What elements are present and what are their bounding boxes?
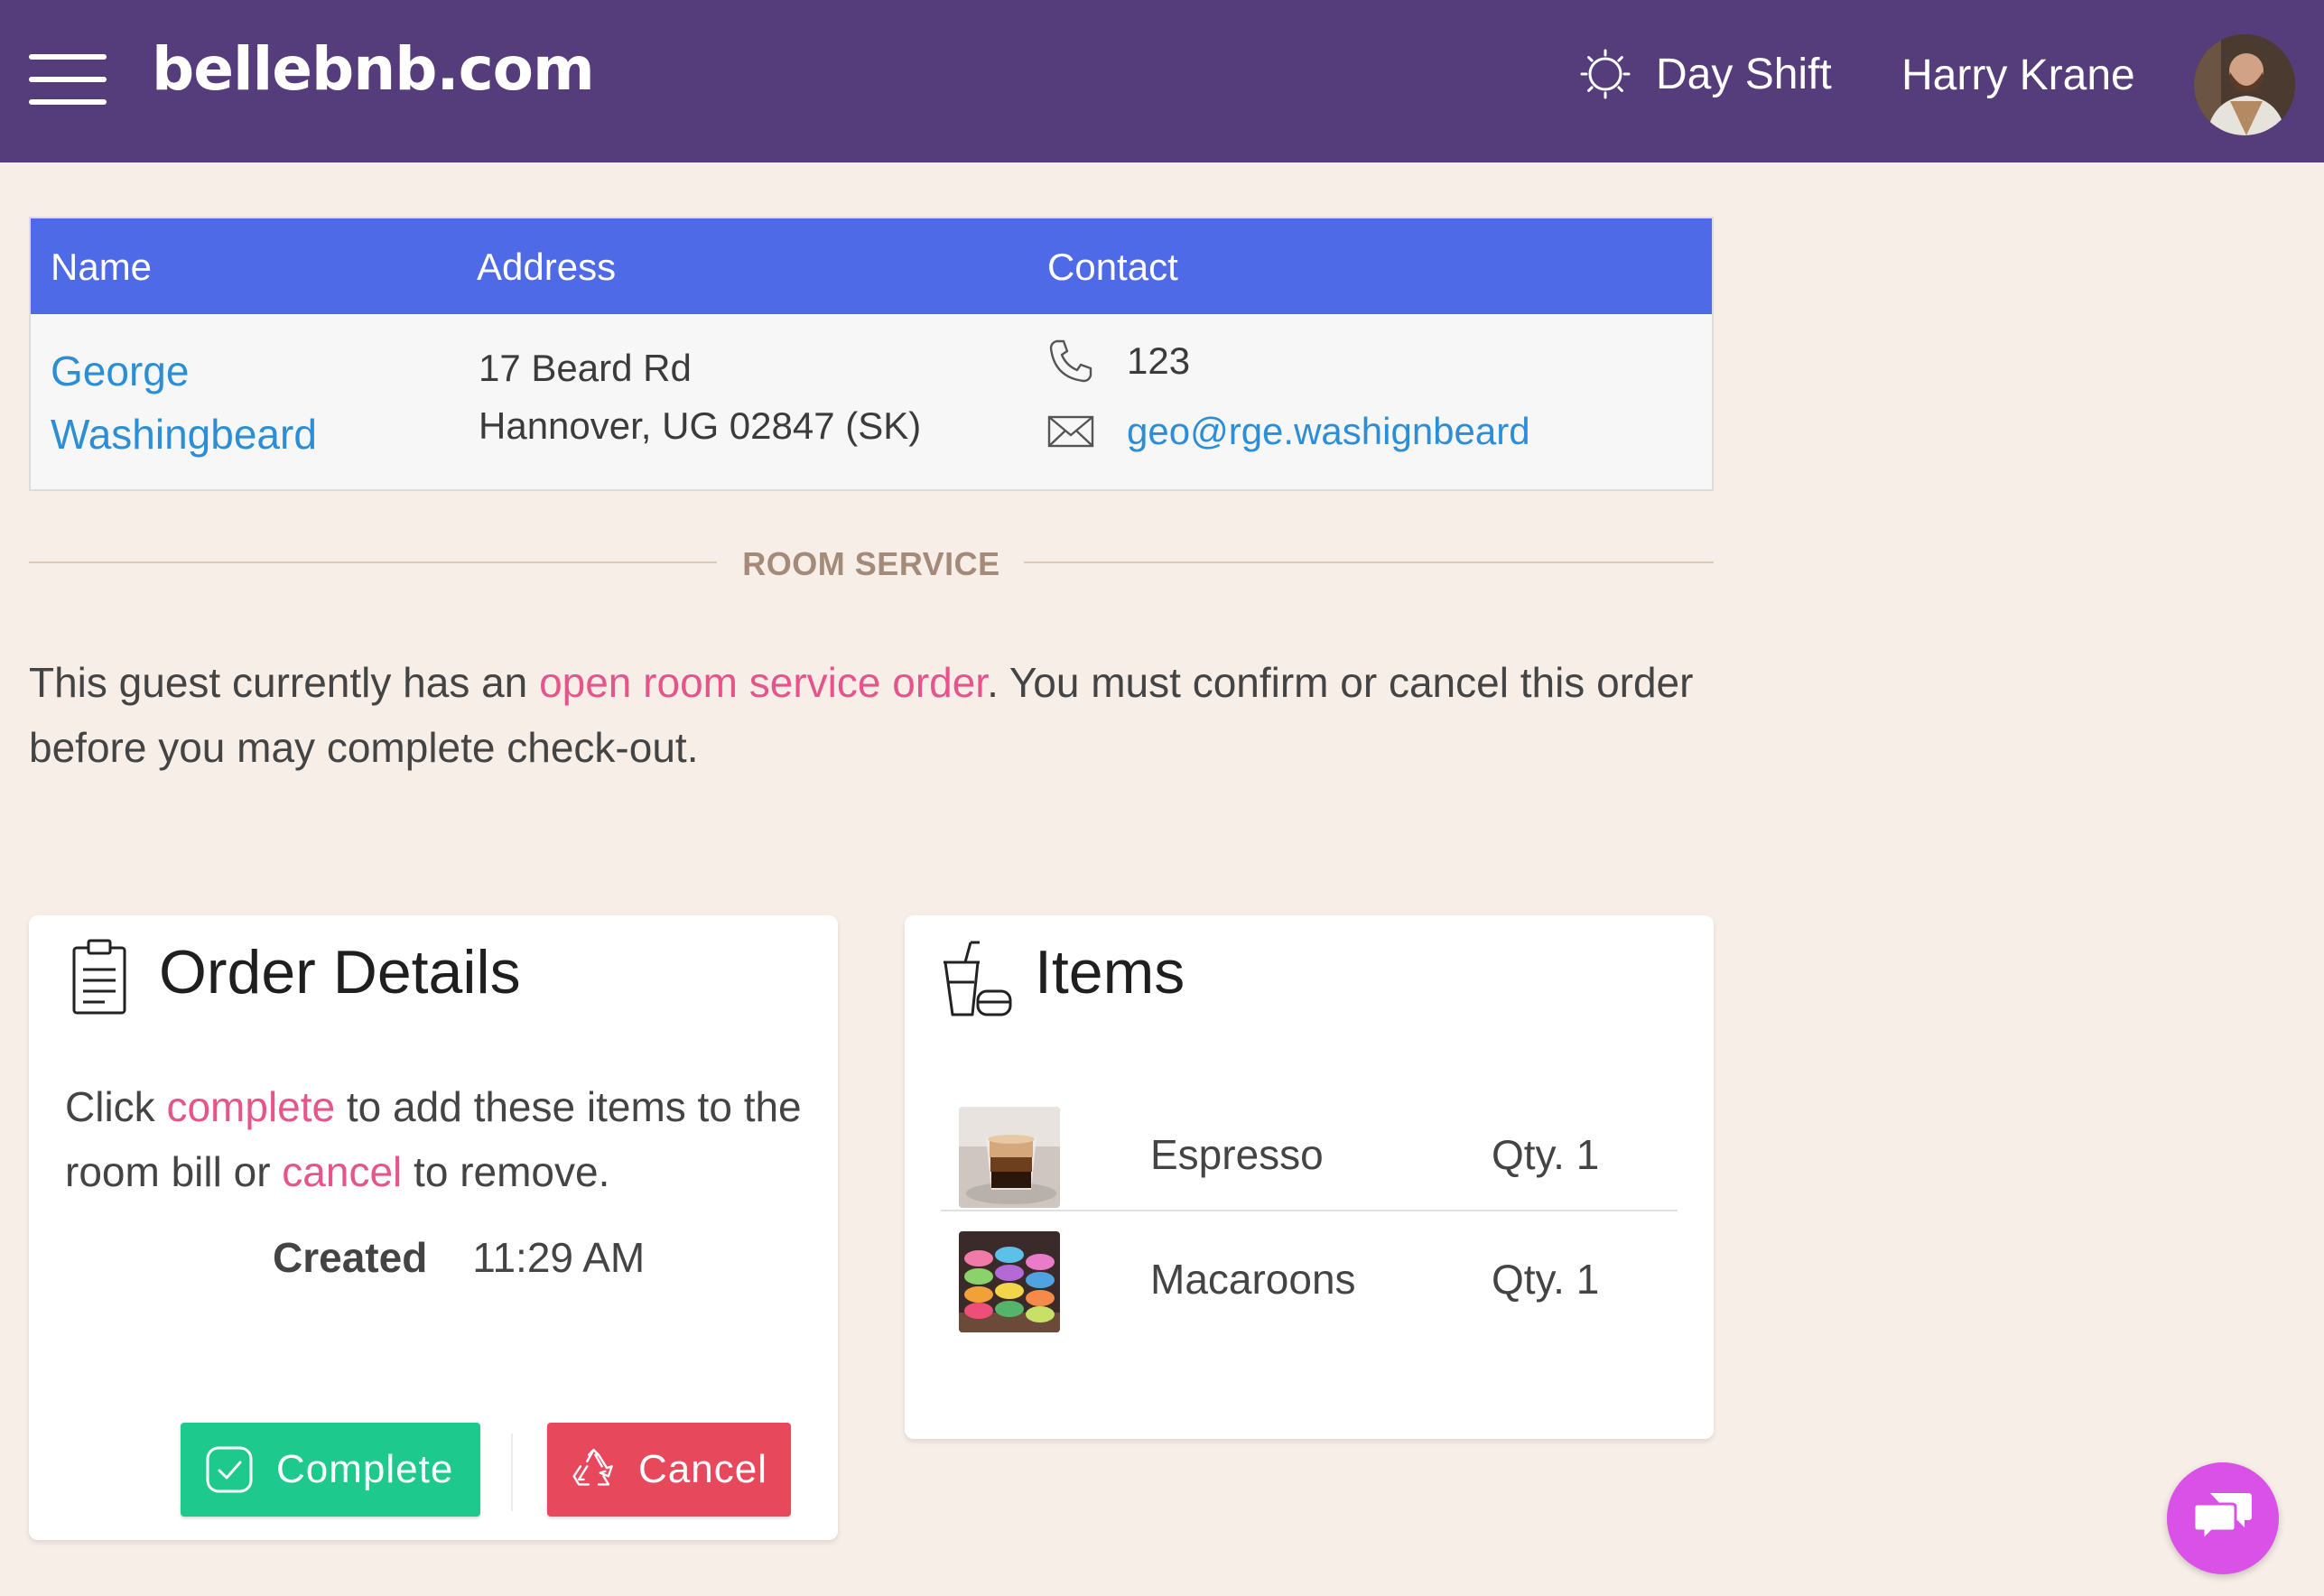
instruction-text-3: to remove. [402,1148,610,1195]
table-row: George Washingbeard 17 Beard Rd Hannover… [31,314,1712,491]
list-item: Macaroons Qty. 1 [941,1213,1678,1350]
brand-logo[interactable]: bellebnb.com [152,34,595,104]
sun-icon [1580,49,1631,99]
cancel-link[interactable]: cancel [282,1148,402,1195]
drink-food-icon [944,941,1012,1016]
guest-info-table: Name Address Contact George Washingbeard… [29,217,1714,491]
complete-button[interactable]: Complete [181,1423,480,1517]
cancel-button[interactable]: Cancel [547,1423,791,1517]
section-title: ROOM SERVICE [742,545,1000,582]
notice-text-before: This guest currently has an [29,659,540,706]
open-order-link[interactable]: open room service order [539,659,987,706]
column-header-address[interactable]: Address [477,246,616,289]
items-title: Items [1035,938,1185,1007]
complete-button-label: Complete [276,1447,454,1491]
column-header-contact[interactable]: Contact [1047,246,1178,289]
button-separator [511,1434,513,1511]
complete-link[interactable]: complete [166,1083,335,1130]
address-line-2: Hannover, UG 02847 (SK) [479,404,922,447]
column-header-name[interactable]: Name [51,246,152,289]
chat-icon [2192,1493,2252,1544]
guest-name-link[interactable]: George Washingbeard [51,339,412,466]
created-time: Created 11:29 AM [273,1233,645,1282]
macaroons-thumbnail [959,1231,1060,1332]
check-icon [206,1446,253,1493]
order-details-card: Order Details Click complete to add thes… [29,915,838,1540]
cancel-button-label: Cancel [638,1447,767,1491]
phone-icon [1049,339,1092,383]
item-name: Espresso [1150,1131,1324,1178]
order-instructions: Click complete to add these items to the… [65,1074,805,1204]
phone-number: 123 [1127,339,1191,382]
shift-label: Day Shift [1656,50,1832,98]
items-card: Items Espresso Qty. 1 Macaroons Qty. 1 [905,915,1714,1439]
created-value: 11:29 AM [472,1234,646,1281]
hamburger-icon[interactable] [29,52,107,107]
contact-email[interactable]: geo@rge.washignbeard [1047,408,1530,455]
shift-indicator[interactable]: Day Shift [1578,47,1832,101]
item-name: Macaroons [1150,1256,1356,1303]
item-quantity: Qty. 1 [1492,1256,1600,1303]
avatar[interactable] [2194,34,2295,135]
espresso-thumbnail [959,1107,1060,1208]
list-item: Espresso Qty. 1 [941,1074,1678,1211]
open-order-notice: This guest currently has an open room se… [29,650,1726,780]
envelope-icon [1047,415,1094,448]
order-details-title: Order Details [159,938,521,1007]
user-name[interactable]: Harry Krane [1901,51,2135,100]
guest-address: 17 Beard Rd Hannover, UG 02847 (SK) [479,339,921,455]
table-header: Name Address Contact [31,218,1712,314]
section-divider: ROOM SERVICE [29,542,1714,587]
top-navigation-bar: bellebnb.com Day Shift Harry Krane [0,0,2324,162]
email-link[interactable]: geo@rge.washignbeard [1127,410,1530,453]
item-quantity: Qty. 1 [1492,1131,1600,1178]
instruction-text-1: Click [65,1083,167,1130]
recycle-icon [572,1448,613,1486]
clipboard-icon [72,939,126,1015]
chat-button[interactable] [2167,1462,2279,1574]
contact-phone[interactable]: 123 [1047,338,1190,385]
created-label: Created [273,1234,428,1281]
address-line-1: 17 Beard Rd [479,347,692,389]
